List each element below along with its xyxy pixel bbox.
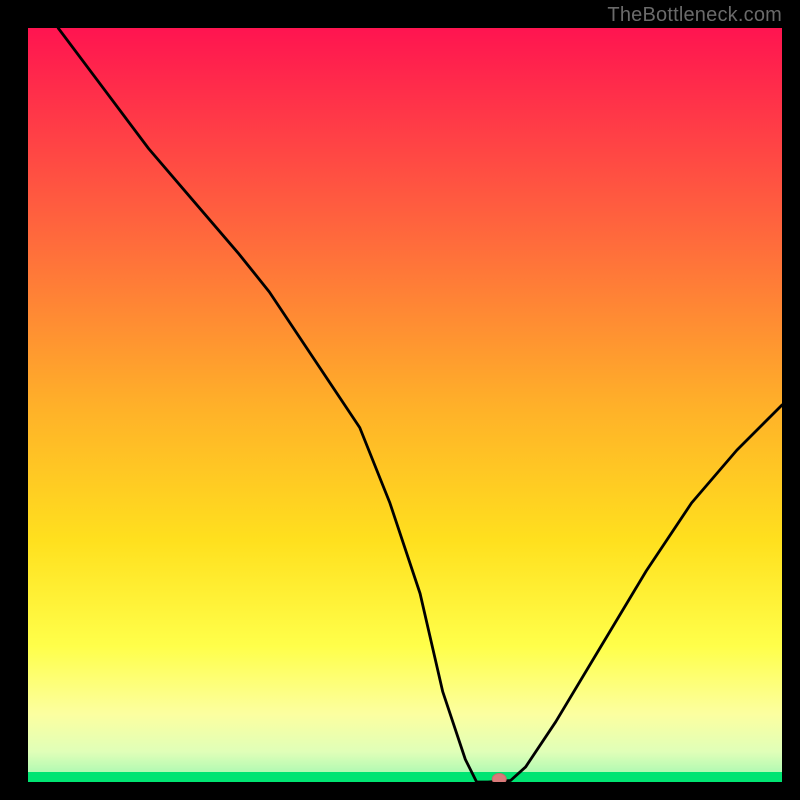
green-baseline-band [28,772,782,782]
gradient-background [28,28,782,782]
watermark-text: TheBottleneck.com [607,4,782,27]
outer-frame: TheBottleneck.com [0,0,800,800]
chart-plot-area [28,28,782,782]
optimal-point-marker [492,774,506,783]
chart-svg [28,28,782,782]
